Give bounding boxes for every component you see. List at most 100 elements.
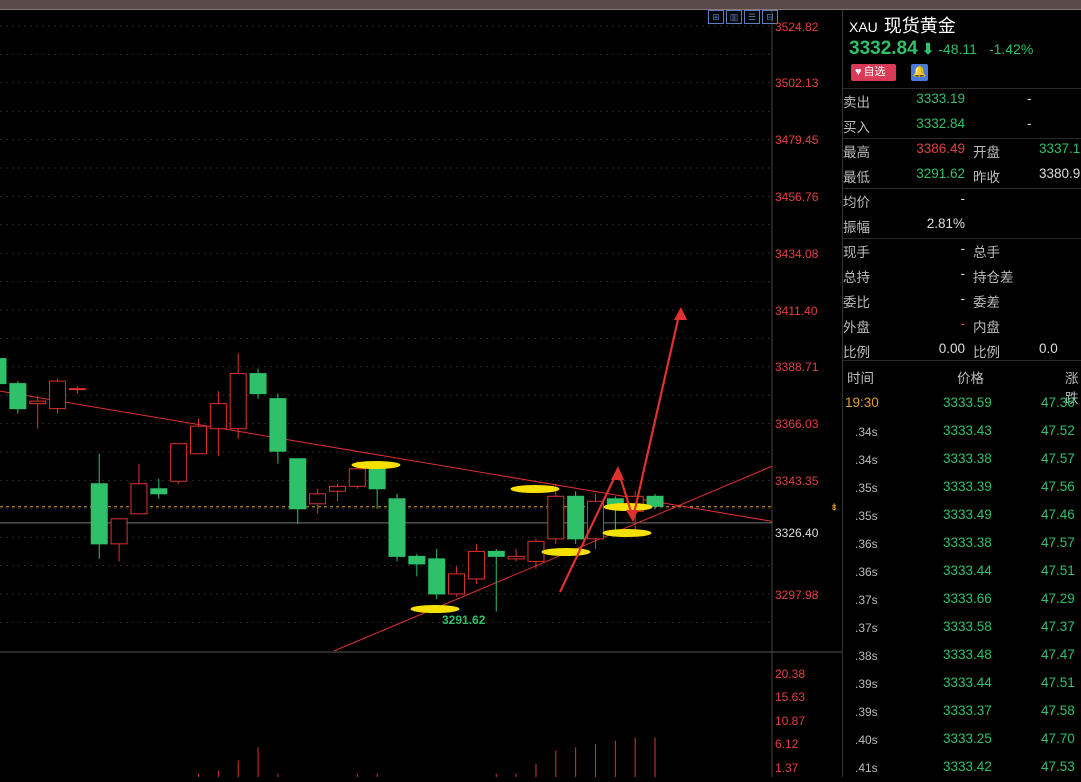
tick-time: .34s [855,425,878,439]
tick-change: 47.70 [1041,731,1075,746]
candle-body [388,498,406,557]
quote-value: - [960,191,966,206]
tick-header-price: 价格 [957,371,984,386]
candle-body [309,493,327,505]
quote-value: - [960,241,966,256]
tick-change: 47.58 [1041,703,1075,718]
tick-price: 3333.42 [943,759,992,774]
price-axis-label: 3479.45 [775,133,819,147]
quote-label: 外盘 [843,320,870,335]
quote-label: 内盘 [973,320,1000,335]
tick-time: .36s [855,565,878,579]
tick-table-header: 时间 价格 涨跌 [843,364,1081,406]
low-price-annotation: 3291.62 [442,613,486,627]
candle-body [527,540,545,562]
tick-row[interactable]: .34s 3333.38 47.57 [843,446,1081,474]
quote-label: 持仓差 [973,270,1014,285]
candle-body [448,573,466,595]
alert-bell-button[interactable]: 🔔 [911,64,928,81]
tick-row[interactable]: .39s 3333.44 47.51 [843,670,1081,698]
quote-value: 3386.49 [916,141,965,156]
grid-icon[interactable]: ⊞ [708,10,724,24]
support-trendline [333,465,773,652]
tick-change: 47.51 [1041,675,1075,690]
candlestick-chart[interactable]: ⇟ 3291.62 ⊞ ▥ ☰ ⊟ 3524.82 3502.13 3479.45 34… [0,10,842,777]
candle-body [229,373,247,430]
price-summary: 3332.84 ⬇ -48.11 -1.42% [849,38,1033,60]
candle-body [170,443,188,482]
tick-row[interactable]: .40s 3333.25 47.70 [843,726,1081,754]
candle-body [29,400,47,405]
candle-body [408,555,426,565]
tick-row[interactable]: .35s 3333.49 47.46 [843,502,1081,530]
arrow-head [611,466,624,480]
divider [843,138,1081,139]
heart-icon: ♥ [855,66,862,78]
price-axis-label: 3524.82 [775,20,819,34]
tick-change: 47.36 [1041,395,1075,410]
tick-row[interactable]: .39s 3333.37 47.58 [843,698,1081,726]
volume-axis-label: 6.12 [775,737,799,751]
price-change-pct: -1.42% [988,41,1034,57]
tick-price: 3333.39 [943,479,992,494]
tick-price: 3333.38 [943,535,992,550]
candle-body [289,458,307,510]
tick-row[interactable]: 19:30 3333.59 47.36 [843,390,1081,418]
quote-label: 卖出 [843,95,870,110]
tick-time: .37s [855,621,878,635]
tick-price: 3333.59 [943,395,992,410]
favorite-label: 自选 [863,66,886,78]
volume-axis-label: 10.87 [775,714,806,728]
chart-icon[interactable]: ▥ [726,10,742,24]
candle-body [328,485,346,492]
price-axis-label: 3434.08 [775,247,819,261]
highlight-marker [351,461,401,469]
tick-change: 47.29 [1041,591,1075,606]
tick-time: .38s [855,649,878,663]
tick-row[interactable]: .35s 3333.39 47.56 [843,474,1081,502]
quote-row: 委比 - 委差 [843,288,1081,312]
candle-body [487,550,505,557]
tick-row[interactable]: .36s 3333.38 47.57 [843,530,1081,558]
volume-axis-label: 20.38 [775,667,806,681]
price-axis-label: 3343.35 [775,474,819,488]
quote-label: 最高 [843,145,870,160]
tick-row[interactable]: .36s 3333.44 47.51 [843,558,1081,586]
quote-value: 3380.9 [1039,166,1081,181]
chart-canvas[interactable]: ⇟ 3291.62 [0,10,842,777]
tick-price: 3333.66 [943,591,992,606]
quote-label: 振幅 [843,220,870,235]
highlight-marker [602,529,652,537]
tick-header-time: 时间 [847,371,874,386]
quote-label: 比例 [843,345,870,360]
quote-label: 总手 [973,245,1000,260]
quote-label: 总持 [843,270,870,285]
tick-time: .37s [855,593,878,607]
last-price-marker: ⇟ [830,503,838,514]
tick-row[interactable]: .37s 3333.66 47.29 [843,586,1081,614]
tick-change: 47.53 [1041,759,1075,774]
tick-price: 3333.48 [943,647,992,662]
bell-icon: 🔔 [912,66,927,78]
quote-value: 0.0 [1039,341,1058,356]
candle-body [190,425,207,455]
candle-body [507,555,525,560]
tick-price: 3333.49 [943,507,992,522]
tick-time: .35s [855,509,878,523]
tick-row[interactable]: .41s 3333.42 47.53 [843,754,1081,782]
quote-row: 比例 0.00 比例 0.0 [843,338,1081,362]
add-favorite-button[interactable]: ♥ 自选 [851,64,896,81]
candle-body [9,383,27,410]
tick-row[interactable]: .38s 3333.48 47.47 [843,642,1081,670]
candle-body [567,495,585,540]
tick-row[interactable]: .37s 3333.58 47.37 [843,614,1081,642]
list-icon[interactable]: ☰ [744,10,760,24]
quote-row: 买入 3332.84 - [843,113,1081,137]
chart-toolbar: ⊞ ▥ ☰ ⊟ [708,10,778,24]
price-axis-label: 3388.71 [775,360,819,374]
quote-value: 3332.84 [916,116,965,131]
quote-value: - [960,316,966,331]
divider [843,360,1081,361]
tick-row[interactable]: .34s 3333.43 47.52 [843,418,1081,446]
tick-price: 3333.43 [943,423,992,438]
